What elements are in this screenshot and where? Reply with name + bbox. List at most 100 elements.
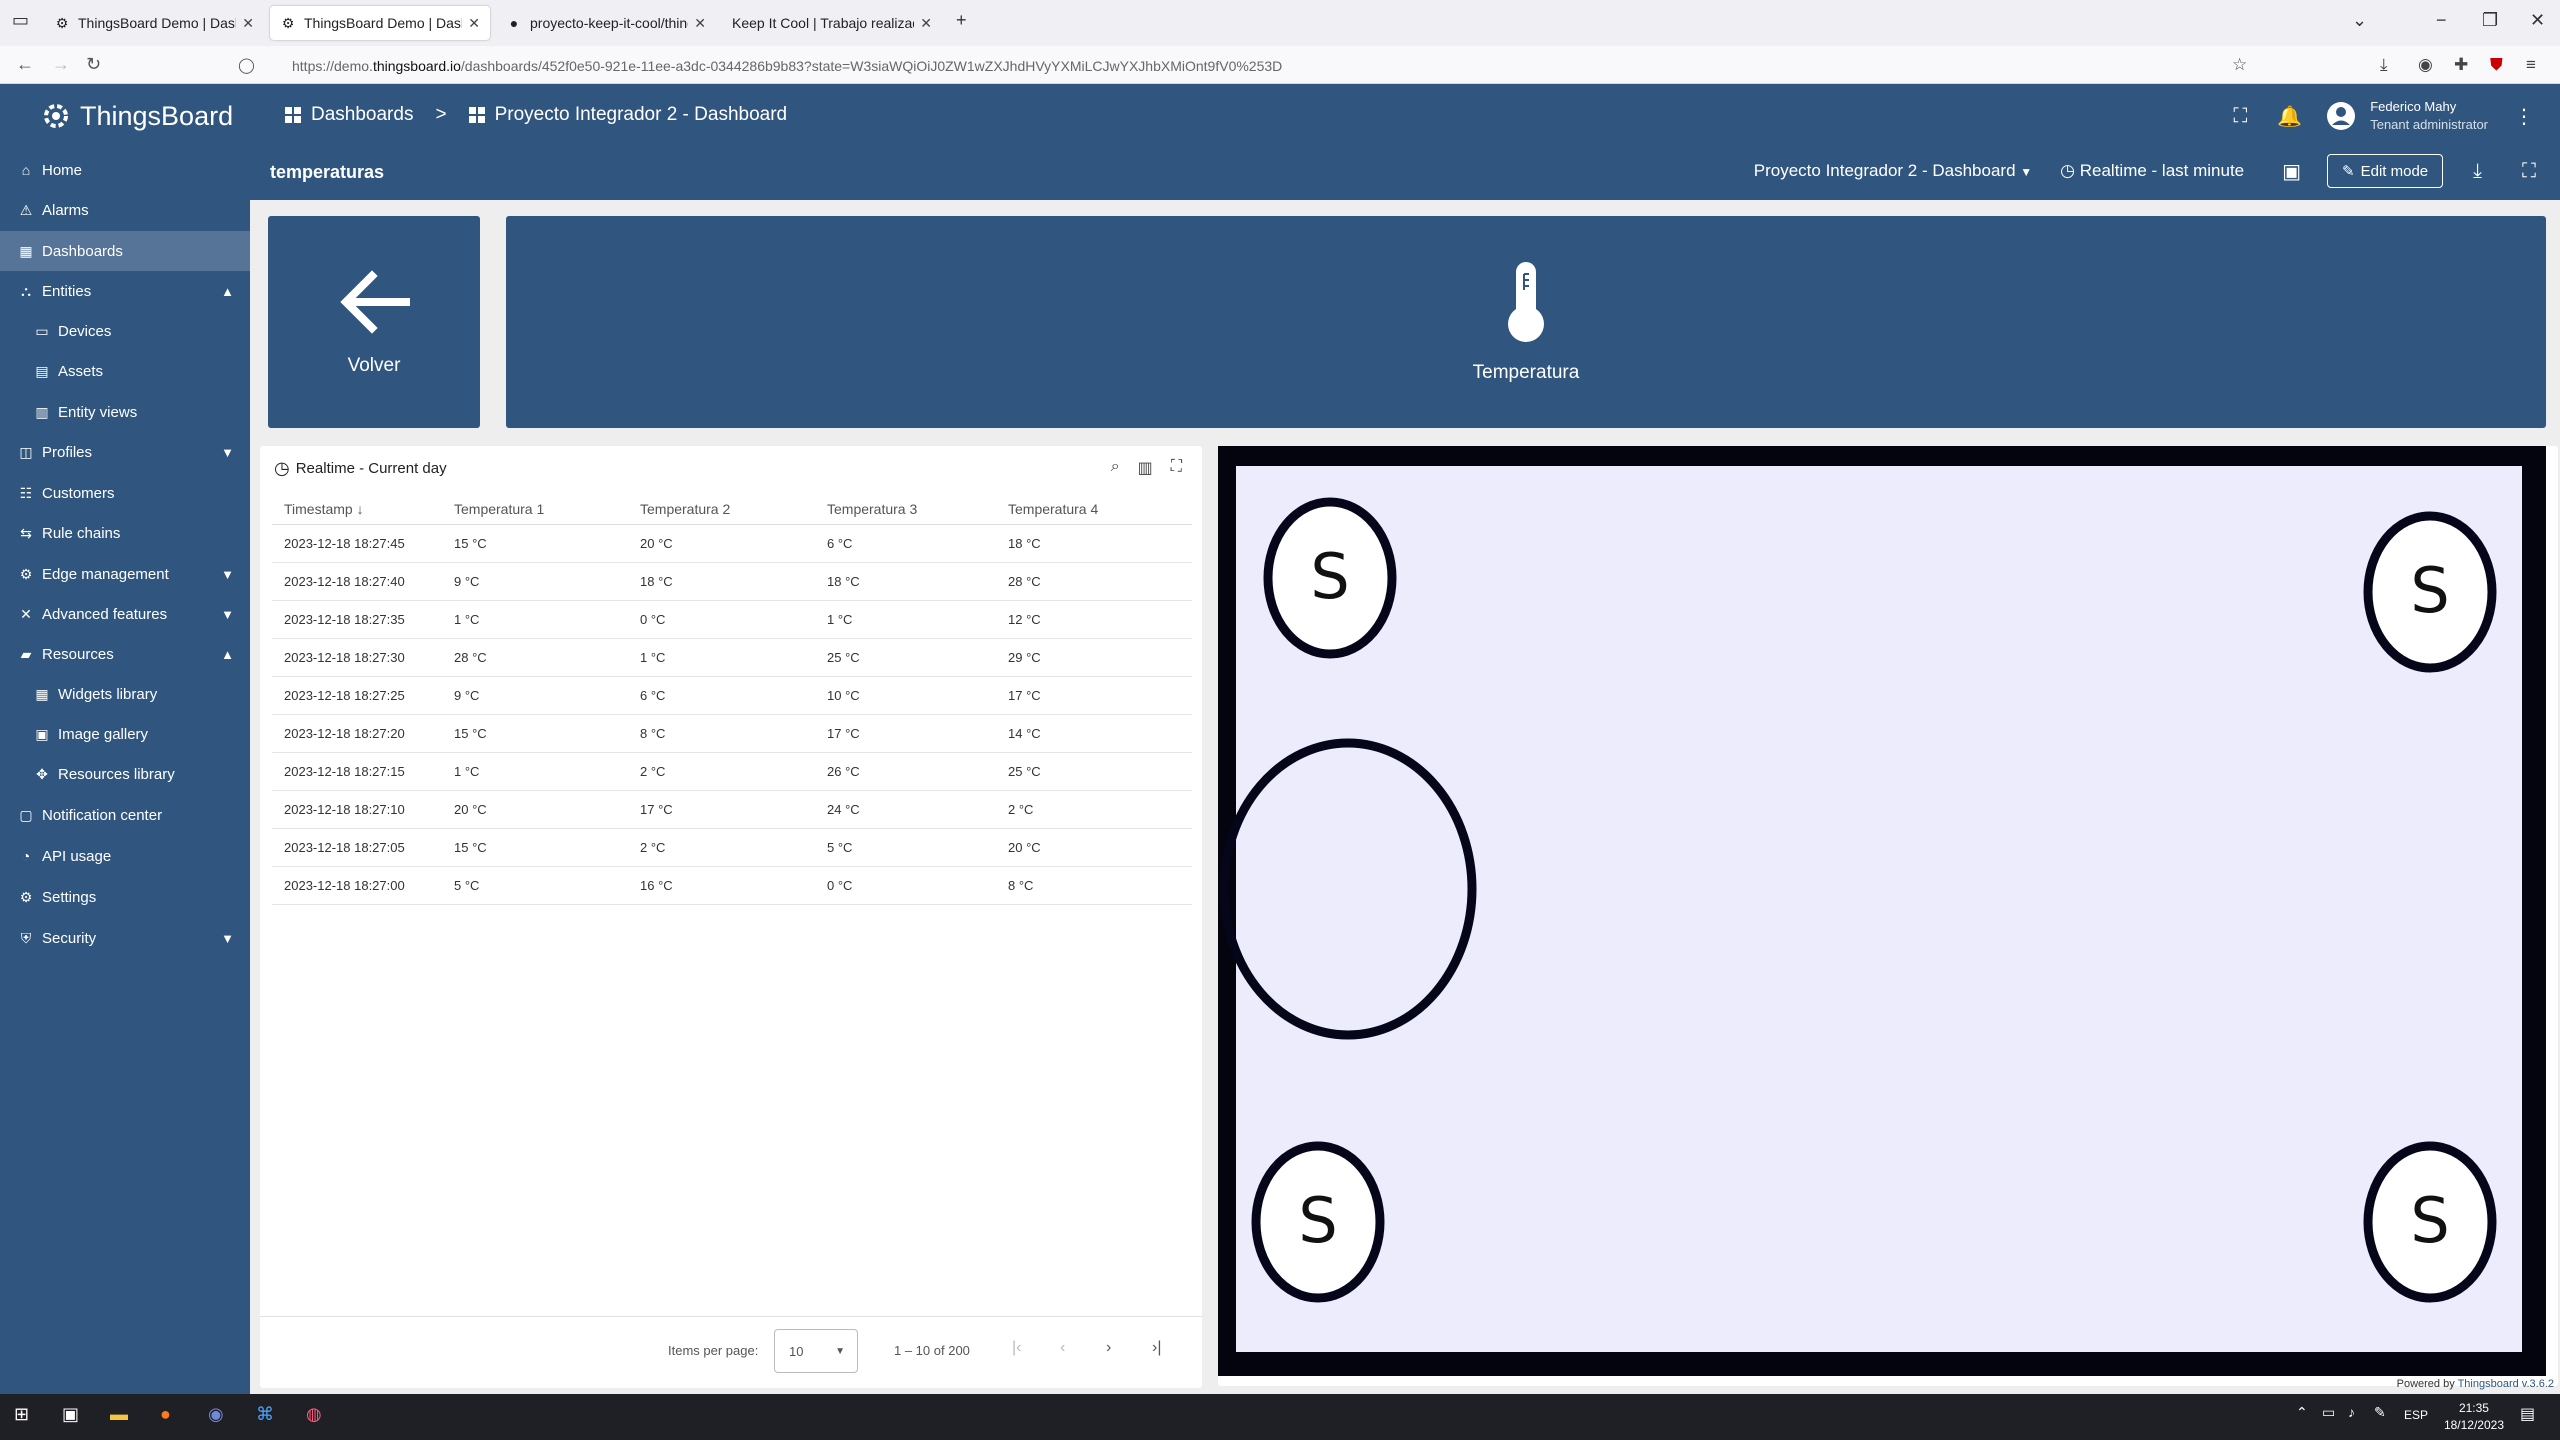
next-page-icon[interactable]: ›: [1106, 1339, 1111, 1357]
sidebar-item-entity-views[interactable]: ▥ Entity views: [0, 392, 250, 432]
sidebar-item-notification-center[interactable]: ▢ Notification center: [0, 795, 250, 835]
sidebar-item-advanced-features[interactable]: ✕ Advanced features ▼: [0, 594, 250, 634]
column-header[interactable]: Temperatura 1: [442, 494, 628, 525]
sidebar-item-alarms[interactable]: ⚠ Alarms: [0, 190, 250, 230]
notifications-icon[interactable]: ▤: [2520, 1404, 2535, 1424]
column-header[interactable]: Temperatura 3: [815, 494, 996, 525]
reload-icon[interactable]: ↻: [86, 54, 101, 75]
sensor-marker-bottom-left[interactable]: S: [1251, 1141, 1385, 1303]
close-window-icon[interactable]: ✕: [2530, 10, 2545, 31]
table-row[interactable]: 2023-12-18 18:27:10 20 °C 17 °C 24 °C 2 °C: [272, 790, 1192, 829]
downloads-icon[interactable]: ⤓: [2380, 55, 2388, 75]
browser-tab-4[interactable]: Keep It Cool | Trabajo realizado en e ✕: [722, 6, 942, 40]
ublock-icon[interactable]: ⛊: [2490, 55, 2503, 75]
close-tab-icon[interactable]: ✕: [468, 15, 480, 32]
sidebar-item-settings[interactable]: ⚙ Settings: [0, 877, 250, 917]
table-row[interactable]: 2023-12-18 18:27:35 1 °C 0 °C 1 °C 12 °C: [272, 600, 1192, 639]
table-row[interactable]: 2023-12-18 18:27:25 9 °C 6 °C 10 °C 17 °C: [272, 676, 1192, 715]
first-page-icon[interactable]: |‹: [1012, 1339, 1021, 1357]
table-row[interactable]: 2023-12-18 18:27:40 9 °C 18 °C 18 °C 28 °C: [272, 562, 1192, 601]
restore-icon[interactable]: ❐: [2482, 10, 2498, 31]
sidebar-item-rule-chains[interactable]: ⇆ Rule chains: [0, 513, 250, 553]
network-icon[interactable]: ▭: [2322, 1404, 2335, 1421]
table-row[interactable]: 2023-12-18 18:27:15 1 °C 2 °C 26 °C 25 °C: [272, 752, 1192, 791]
table-timewindow[interactable]: Realtime - Current day: [296, 460, 447, 477]
last-page-icon[interactable]: ›|: [1152, 1339, 1161, 1357]
more-vert-icon[interactable]: ⋮: [2514, 104, 2534, 129]
column-header-timestamp[interactable]: Timestamp ↓: [272, 494, 442, 525]
sidebar-item-customers[interactable]: ☷ Customers: [0, 473, 250, 513]
powered-by-link[interactable]: Thingsboard v.3.6.2: [2458, 1378, 2554, 1390]
system-clock[interactable]: 21:35 18/12/2023: [2444, 1400, 2504, 1434]
language-indicator[interactable]: ESP: [2404, 1408, 2428, 1422]
sensor-marker-bottom-right[interactable]: S: [2363, 1141, 2497, 1303]
sidebar-item-dashboards[interactable]: ▦ Dashboards: [0, 231, 250, 271]
firefox-icon[interactable]: ●: [160, 1404, 171, 1425]
columns-icon[interactable]: ▥: [1138, 458, 1153, 478]
sidebar-item-home[interactable]: ⌂ Home: [0, 150, 250, 190]
previous-page-icon[interactable]: ‹: [1060, 1339, 1065, 1357]
table-row[interactable]: 2023-12-18 18:27:20 15 °C 8 °C 17 °C 14 °C: [272, 714, 1192, 753]
thingsboard-logo[interactable]: ThingsBoard: [38, 98, 233, 134]
browser-tab-1[interactable]: ⚙ ThingsBoard Demo | Dashboard ✕: [44, 6, 264, 40]
table-row[interactable]: 2023-12-18 18:27:45 15 °C 20 °C 6 °C 18 °C: [272, 524, 1192, 563]
pen-icon[interactable]: ✎: [2374, 1404, 2386, 1421]
back-button[interactable]: Volver: [268, 216, 480, 428]
forward-icon[interactable]: →: [52, 54, 70, 75]
browser-tab-2[interactable]: ⚙ ThingsBoard Demo | Dashboard ✕: [270, 6, 490, 40]
extensions-icon[interactable]: ✚: [2454, 55, 2468, 75]
timewindow-button[interactable]: ◷ Realtime - last minute: [2060, 161, 2244, 181]
bookmark-star-icon[interactable]: ☆: [2232, 55, 2247, 75]
sidebar-item-resources[interactable]: ▰ Resources ▲: [0, 634, 250, 674]
file-explorer-icon[interactable]: ▬: [110, 1404, 128, 1425]
tab-overview-icon[interactable]: ▭: [12, 10, 29, 31]
browser-tab-3[interactable]: ● proyecto-keep-it-cool/thingsb ✕: [496, 6, 716, 40]
download-icon[interactable]: ⤓: [2473, 160, 2482, 183]
url-field[interactable]: https://demo. thingsboard.io/dashboards/4…: [240, 53, 2230, 79]
sensor-marker-top-right[interactable]: S: [2363, 511, 2497, 673]
account-icon[interactable]: ◉: [2418, 55, 2433, 75]
fullscreen-icon[interactable]: ⛶: [2233, 105, 2247, 128]
discord-icon[interactable]: ◉: [208, 1404, 224, 1425]
sidebar-item-profiles[interactable]: ◫ Profiles ▼: [0, 432, 250, 472]
new-tab-icon[interactable]: +: [956, 10, 967, 31]
back-icon[interactable]: ←: [16, 54, 34, 75]
menu-icon[interactable]: ≡: [2526, 55, 2536, 75]
sidebar-item-edge-management[interactable]: ⚙ Edge management ▼: [0, 554, 250, 594]
sidebar-item-widgets-library[interactable]: ▦ Widgets library: [0, 674, 250, 714]
breadcrumb-dashboards[interactable]: Dashboards: [311, 104, 413, 126]
temperature-button[interactable]: Temperatura: [506, 216, 2546, 428]
table-row[interactable]: 2023-12-18 18:27:05 15 °C 2 °C 5 °C 20 °C: [272, 828, 1192, 867]
items-per-page-select[interactable]: 10 ▼: [774, 1329, 858, 1373]
vscode-icon[interactable]: ⌘: [256, 1404, 274, 1425]
sensor-marker-top-left[interactable]: S: [1263, 497, 1397, 659]
sidebar-item-security[interactable]: ⛨ Security ▼: [0, 918, 250, 958]
sidebar-item-entities[interactable]: ⛬ Entities ▲: [0, 271, 250, 311]
close-tab-icon[interactable]: ✕: [920, 15, 932, 32]
user-info[interactable]: Federico Mahy Tenant administrator: [2370, 98, 2488, 134]
expand-icon[interactable]: ⛶: [2522, 160, 2536, 183]
close-tab-icon[interactable]: ✕: [242, 15, 254, 32]
task-view-icon[interactable]: ▣: [62, 1404, 79, 1425]
fullscreen-icon[interactable]: ⛶: [1171, 458, 1182, 478]
sidebar-item-resources-library[interactable]: ✥ Resources library: [0, 754, 250, 794]
notifications-bell-icon[interactable]: 🔔: [2277, 104, 2302, 129]
close-tab-icon[interactable]: ✕: [694, 15, 706, 32]
edit-mode-button[interactable]: ✎ Edit mode: [2327, 154, 2444, 188]
tray-chevron-icon[interactable]: ⌃: [2296, 1404, 2308, 1421]
tab-list-chevron-icon[interactable]: ⌄: [2352, 10, 2367, 31]
table-row[interactable]: 2023-12-18 18:27:30 28 °C 1 °C 25 °C 29 °C: [272, 638, 1192, 677]
table-row[interactable]: 2023-12-18 18:27:00 5 °C 16 °C 0 °C 8 °C: [272, 866, 1192, 905]
dashboard-select[interactable]: Proyecto Integrador 2 - Dashboard ▼: [1754, 161, 2032, 181]
search-icon[interactable]: ⌕: [1111, 458, 1120, 478]
column-header[interactable]: Temperatura 4: [996, 494, 1192, 525]
windows-start-icon[interactable]: ⊞: [14, 1404, 29, 1425]
sidebar-item-devices[interactable]: ▭ Devices: [0, 311, 250, 351]
minimize-icon[interactable]: −: [2436, 10, 2447, 31]
app-icon[interactable]: ◍: [306, 1404, 322, 1425]
sidebar-item-image-gallery[interactable]: ▣ Image gallery: [0, 714, 250, 754]
sidebar-item-api-usage[interactable]: ◔ API usage: [0, 836, 250, 876]
volume-icon[interactable]: ♪: [2348, 1404, 2355, 1420]
column-header[interactable]: Temperatura 2: [628, 494, 815, 525]
avatar-icon[interactable]: [2326, 101, 2356, 131]
